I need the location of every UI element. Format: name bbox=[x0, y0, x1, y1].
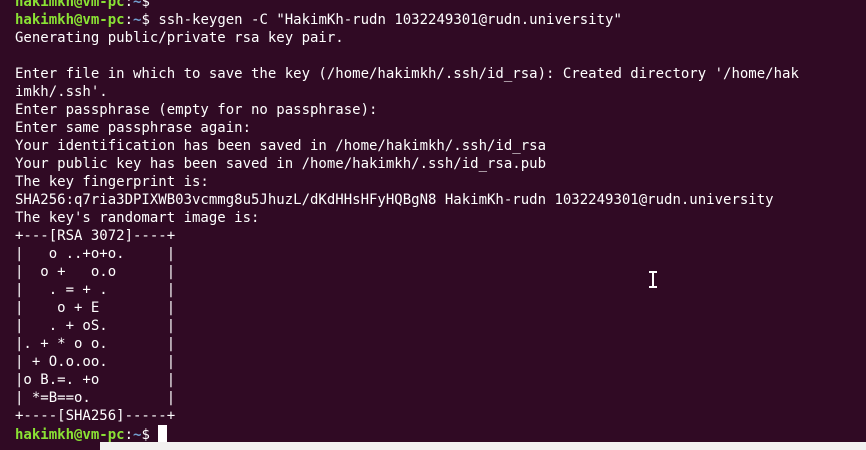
randomart-line: | *=B==o. | bbox=[15, 390, 176, 406]
terminal-output[interactable]: hakimkh@vm-pc:~$ hakimkh@vm-pc:~$ ssh-ke… bbox=[15, 0, 860, 443]
randomart-line: | . = + . | bbox=[15, 282, 176, 298]
output-line: Your public key has been saved in /home/… bbox=[15, 156, 547, 172]
output-line: Your identification has been saved in /h… bbox=[15, 138, 547, 154]
randomart-line: | o + E | bbox=[15, 300, 176, 316]
prompt-symbol: $ bbox=[141, 0, 159, 10]
randomart-line: |o B.=. +o | bbox=[15, 372, 176, 388]
current-prompt-line[interactable]: hakimkh@vm-pc:~$ bbox=[15, 425, 860, 443]
previous-prompt-line: hakimkh@vm-pc:~$ bbox=[15, 0, 860, 11]
mouse-ibeam-cursor-icon bbox=[648, 271, 658, 288]
command-text: ssh-keygen -C "HakimKh-rudn 1032249301@r… bbox=[158, 12, 622, 28]
randomart-line: +---[RSA 3072]----+ bbox=[15, 228, 176, 244]
scrollbar[interactable] bbox=[860, 0, 866, 442]
terminal-window[interactable]: hakimkh@vm-pc:~$ hakimkh@vm-pc:~$ ssh-ke… bbox=[0, 0, 866, 450]
randomart-line: | + O.o.oo. | bbox=[15, 354, 176, 370]
randomart-line: | . + oS. | bbox=[15, 318, 176, 334]
prompt-user-host: hakimkh@vm-pc bbox=[15, 12, 125, 28]
command-line: hakimkh@vm-pc:~$ ssh-keygen -C "HakimKh-… bbox=[15, 12, 622, 28]
output-line: Enter passphrase (empty for no passphras… bbox=[15, 102, 378, 118]
randomart-line: | o + o.o | bbox=[15, 264, 176, 280]
prompt-symbol: $ bbox=[141, 12, 159, 28]
window-bottom-edge bbox=[0, 442, 866, 450]
output-line: Generating public/private rsa key pair. bbox=[15, 30, 344, 46]
prompt-user-host: hakimkh@vm-pc bbox=[15, 0, 125, 10]
randomart-line: +----[SHA256]-----+ bbox=[15, 408, 176, 424]
text-cursor bbox=[158, 425, 168, 442]
prompt-symbol: $ bbox=[141, 427, 159, 443]
output-line: imkh/.ssh'. bbox=[15, 84, 108, 100]
fingerprint-line: SHA256:q7ria3DPIXWB03vcmmg8u5JhuzL/dKdHH… bbox=[15, 192, 774, 208]
output-line: The key's randomart image is: bbox=[15, 210, 260, 226]
output-line: Enter same passphrase again: bbox=[15, 120, 252, 136]
prompt-user-host: hakimkh@vm-pc bbox=[15, 427, 125, 443]
output-line: Enter file in which to save the key (/ho… bbox=[15, 66, 799, 82]
randomart-line: |. + * o o. | bbox=[15, 336, 176, 352]
output-line: The key fingerprint is: bbox=[15, 174, 209, 190]
randomart-line: | o ..+o+o. | bbox=[15, 246, 176, 262]
